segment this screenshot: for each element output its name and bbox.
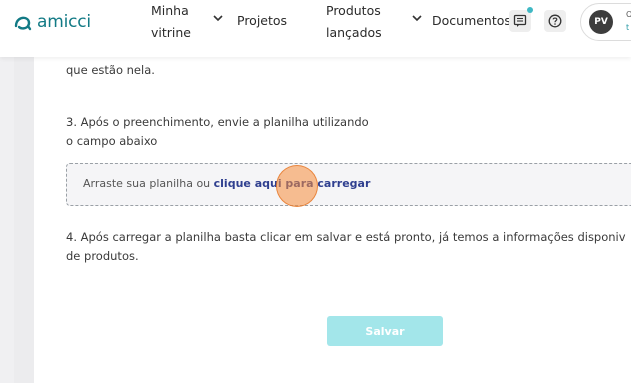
messages-button[interactable] — [509, 10, 531, 32]
nav-documentos[interactable]: Documentos — [432, 10, 511, 32]
step3-text-line2: o campo abaixo — [66, 134, 158, 148]
nav-produtos-line1: Produtos — [326, 3, 381, 18]
top-header: amicci Minha vitrine Projetos Produtos l… — [0, 0, 631, 57]
amicci-logo-icon — [14, 16, 32, 31]
logo-text: amicci — [37, 12, 91, 32]
help-circle-icon — [548, 14, 562, 28]
dropzone-text: Arraste sua planilha ou clique aqui para… — [83, 177, 370, 190]
dropzone-prefix: Arraste sua planilha ou — [83, 177, 214, 190]
profile-menu[interactable]: PV O t — [580, 3, 631, 41]
file-dropzone[interactable]: Arraste sua planilha ou clique aqui para… — [66, 163, 631, 206]
chevron-down-icon[interactable] — [213, 14, 223, 25]
instruction-text-fragment: que estão nela. — [66, 63, 155, 77]
avatar: PV — [589, 10, 613, 34]
step4-text-line2: de produtos. — [66, 249, 139, 263]
step3-text-line1: 3. Após o preenchimento, envie a planilh… — [66, 115, 369, 129]
click-indicator — [276, 165, 318, 207]
save-button[interactable]: Salvar — [327, 316, 443, 346]
help-button[interactable] — [544, 10, 566, 32]
notification-dot — [527, 7, 533, 13]
amicci-logo[interactable]: amicci — [13, 11, 91, 33]
profile-name: O — [626, 10, 631, 19]
nav-vitrine-line1: Minha — [151, 3, 189, 18]
message-icon — [513, 14, 527, 27]
left-gutter — [14, 57, 34, 383]
nav-produtos-line2: lançados — [326, 25, 382, 40]
profile-subtitle: t — [626, 23, 630, 32]
nav-vitrine-line2: vitrine — [151, 25, 191, 40]
nav-projetos[interactable]: Projetos — [237, 10, 287, 32]
chevron-down-icon[interactable] — [412, 14, 422, 25]
step4-text-line1: 4. Após carregar a planilha basta clicar… — [66, 230, 626, 244]
